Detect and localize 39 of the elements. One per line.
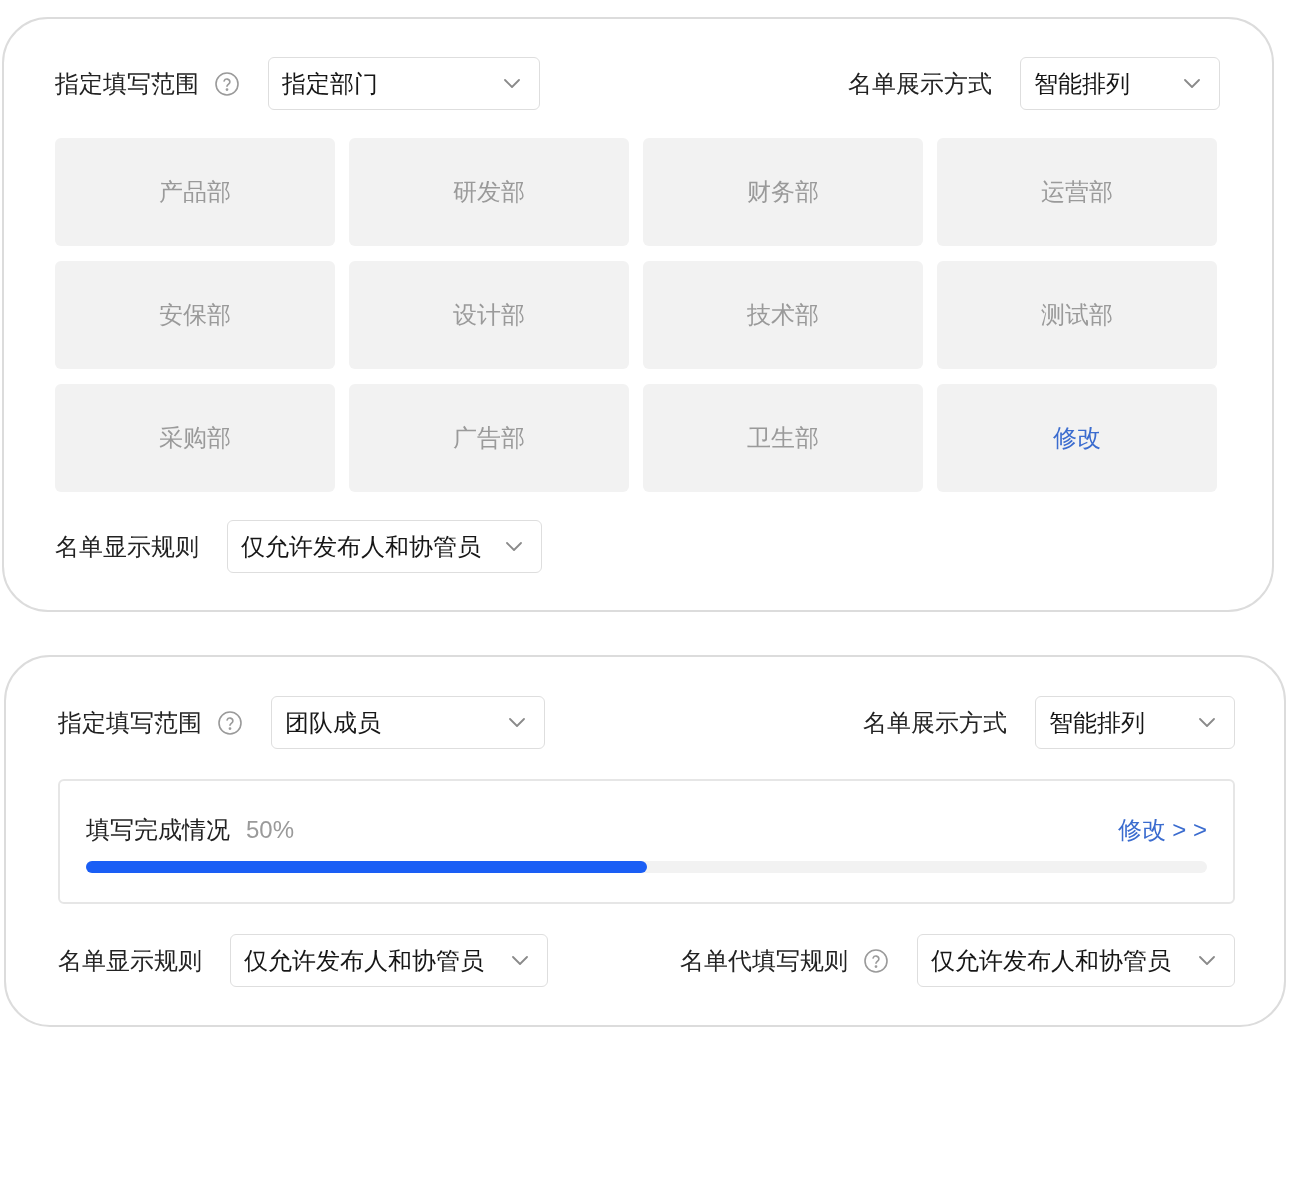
dropdown[interactable]: 仅允许发布人和协管员 <box>230 934 548 987</box>
department-tile[interactable]: 设计部 <box>349 261 629 369</box>
progress-percent: 50% <box>246 816 295 844</box>
chevron-down-icon <box>1199 956 1215 965</box>
department-tile[interactable]: 产品部 <box>55 138 335 246</box>
department-tile[interactable]: 采购部 <box>55 384 335 492</box>
department-tile[interactable]: 财务部 <box>643 138 923 246</box>
help-icon[interactable] <box>864 948 888 973</box>
dropdown[interactable]: 团队成员 <box>271 696 545 749</box>
chevron-down-icon <box>504 79 520 88</box>
field-label: 名单展示方式 <box>863 708 1007 737</box>
dropdown[interactable]: 仅允许发布人和协管员 <box>227 520 542 573</box>
progress-label: 填写完成情况 <box>86 816 230 844</box>
department-tile[interactable]: 运营部 <box>937 138 1217 246</box>
help-icon[interactable] <box>215 71 239 96</box>
field-label: 指定填写范围 <box>58 708 202 737</box>
dropdown[interactable]: 指定部门 <box>268 57 540 110</box>
department-tile[interactable]: 研发部 <box>349 138 629 246</box>
chevron-down-icon <box>512 956 528 965</box>
department-tile[interactable]: 卫生部 <box>643 384 923 492</box>
dropdown[interactable]: 仅允许发布人和协管员 <box>917 934 1235 987</box>
chevron-down-icon <box>506 542 522 551</box>
field-label: 名单显示规则 <box>58 946 202 975</box>
dropdown[interactable]: 智能排列 <box>1020 57 1220 110</box>
chevron-down-icon <box>1184 79 1200 88</box>
dropdown[interactable]: 智能排列 <box>1035 696 1235 749</box>
field-label: 名单展示方式 <box>848 69 992 98</box>
help-icon[interactable] <box>218 710 242 735</box>
chevron-down-icon <box>509 718 525 727</box>
department-tile[interactable]: 安保部 <box>55 261 335 369</box>
department-tile[interactable]: 技术部 <box>643 261 923 369</box>
field-label: 名单代填写规则 <box>680 946 848 975</box>
department-tile[interactable]: 测试部 <box>937 261 1217 369</box>
edit-button[interactable]: 修改 <box>937 384 1217 492</box>
edit-link[interactable]: 修改 > > <box>1117 816 1207 844</box>
chevron-down-icon <box>1199 718 1215 727</box>
field-label: 指定填写范围 <box>55 69 199 98</box>
department-tile[interactable]: 广告部 <box>349 384 629 492</box>
field-label: 名单显示规则 <box>55 532 199 561</box>
